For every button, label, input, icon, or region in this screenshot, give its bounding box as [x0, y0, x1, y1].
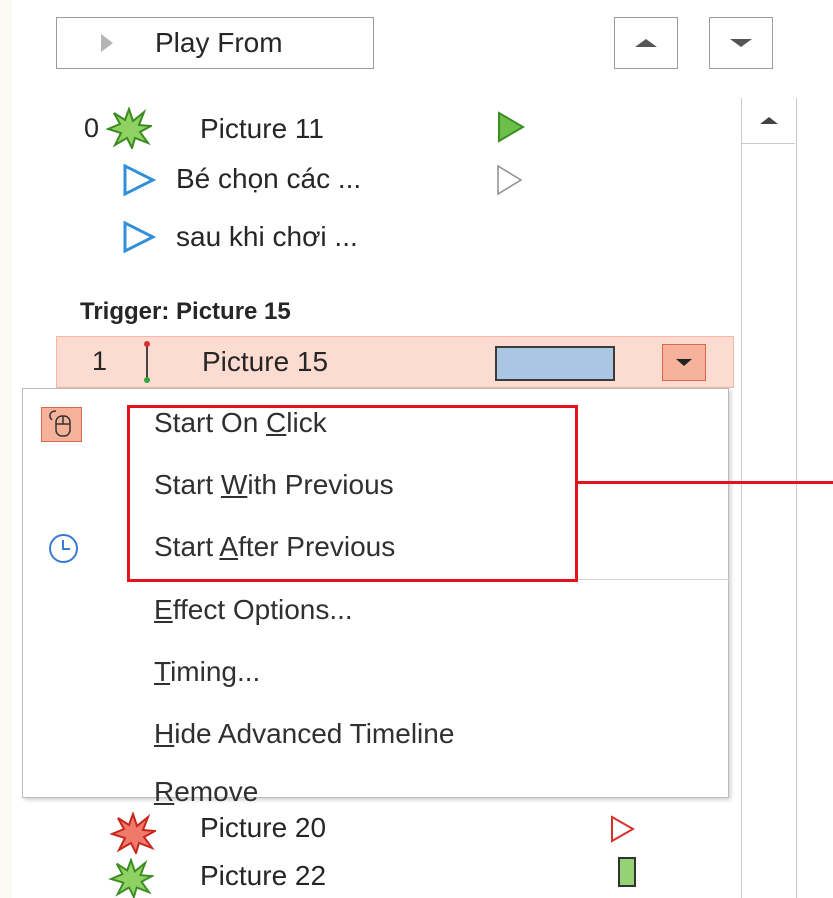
- timing-bar[interactable]: [495, 346, 615, 381]
- callout-line: [578, 481, 833, 484]
- outline-triangle-icon: [123, 163, 156, 197]
- mouse-icon: [41, 407, 82, 442]
- outline-play-icon: [611, 815, 636, 843]
- timing-bar[interactable]: [618, 857, 636, 887]
- animation-item-label[interactable]: sau khi chơi ...: [176, 221, 358, 253]
- animation-item-label[interactable]: Picture 20: [200, 812, 326, 844]
- play-from-button[interactable]: Play From: [56, 17, 374, 69]
- highlight-box: [127, 405, 578, 582]
- green-play-icon: [498, 111, 525, 143]
- animation-item-label[interactable]: Picture 11: [200, 113, 324, 145]
- animation-item-label[interactable]: Picture 22: [200, 860, 326, 892]
- triangle-up-icon: [635, 39, 657, 47]
- scroll-up-button[interactable]: [742, 98, 795, 144]
- play-from-label: Play From: [155, 27, 283, 58]
- starburst-green-icon: [106, 107, 152, 149]
- play-icon: [101, 34, 113, 52]
- triangle-down-icon: [730, 39, 752, 47]
- starburst-red-icon: [110, 812, 156, 854]
- i-beam-icon: [144, 341, 150, 383]
- trigger-label: Trigger: Picture 15: [80, 298, 291, 325]
- animation-item-label[interactable]: Bé chọn các ...: [176, 163, 361, 195]
- outline-triangle-icon: [123, 220, 156, 254]
- move-down-button[interactable]: [709, 17, 773, 69]
- menu-item-effect-options[interactable]: Effect Options...: [154, 594, 353, 626]
- selected-animation-row[interactable]: [56, 336, 734, 388]
- move-up-button[interactable]: [614, 17, 678, 69]
- vertical-scrollbar[interactable]: [741, 98, 797, 898]
- scroll-up-icon: [759, 117, 778, 124]
- animation-item-label: Picture 15: [202, 346, 329, 377]
- menu-item-timing[interactable]: Timing...: [154, 656, 260, 688]
- chevron-down-icon: [676, 359, 692, 366]
- menu-item-hide-advanced-timeline[interactable]: Hide Advanced Timeline: [154, 718, 454, 750]
- menu-item-remove[interactable]: Remove: [154, 778, 258, 806]
- animation-order: 1: [92, 346, 108, 376]
- clock-icon: [49, 534, 78, 563]
- item-dropdown-button[interactable]: [662, 344, 706, 381]
- starburst-green-icon: [108, 858, 154, 898]
- animation-order: 0: [84, 113, 100, 143]
- outline-play-icon: [497, 164, 523, 196]
